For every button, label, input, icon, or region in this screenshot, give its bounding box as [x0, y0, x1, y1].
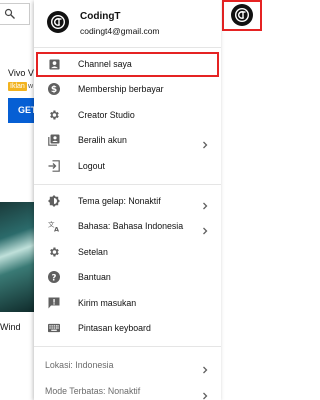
video-title-partial[interactable]: Vivo V — [8, 68, 34, 78]
account-menu: CodingT codingt4@gmail.com Channel saya … — [34, 0, 221, 400]
menu-item-switch-account[interactable]: Beralih akun — [34, 128, 221, 153]
menu-item-help[interactable]: ? Bantuan — [34, 265, 221, 290]
account-email: codingt4@gmail.com — [80, 26, 160, 36]
menu-item-label: Membership berbayar — [78, 84, 164, 95]
search-box-partial[interactable] — [0, 3, 30, 25]
menu-item-label: Kirim masukan — [78, 297, 137, 308]
menu-item-label: Bantuan — [78, 272, 111, 283]
menu-item-location[interactable]: Lokasi: Indonesia — [34, 353, 221, 378]
logout-icon — [48, 159, 60, 172]
dark-theme-icon — [48, 194, 60, 207]
thumbnail-caption[interactable]: Wind — [0, 322, 21, 332]
ad-badge-tail: w — [28, 83, 34, 90]
menu-item-label: Setelan — [78, 246, 108, 257]
menu-item-channel-saya[interactable]: Channel saya — [36, 52, 219, 78]
chevron-right-icon — [201, 361, 209, 374]
menu-item-label: Mode Terbatas: Nonaktif — [45, 385, 141, 396]
search-icon[interactable] — [4, 7, 16, 25]
menu-item-label: Tema gelap: Nonaktif — [78, 195, 161, 206]
svg-text:?: ? — [52, 273, 57, 283]
account-avatar-button[interactable] — [222, 0, 262, 31]
menu-item-restricted-mode[interactable]: Mode Terbatas: Nonaktif — [34, 379, 221, 400]
menu-item-label: Pintasan keyboard — [78, 322, 151, 333]
account-header: CodingT codingt4@gmail.com — [34, 0, 221, 48]
menu-group-settings: Tema gelap: Nonaktif 文A Bahasa: Bahasa I… — [34, 185, 221, 348]
menu-item-label: Channel saya — [78, 59, 132, 69]
video-thumbnail[interactable] — [0, 202, 36, 312]
chevron-right-icon — [201, 197, 209, 210]
menu-avatar-icon — [47, 11, 69, 33]
menu-item-logout[interactable]: Logout — [34, 154, 221, 179]
svg-text:$: $ — [51, 86, 57, 96]
menu-group-preferences: Lokasi: Indonesia Mode Terbatas: Nonakti… — [34, 347, 221, 400]
svg-text:A: A — [54, 226, 59, 233]
ad-badge: Iklan — [8, 82, 27, 91]
translate-icon: 文A — [48, 220, 60, 232]
chevron-right-icon — [201, 222, 209, 235]
menu-item-settings[interactable]: Setelan — [34, 240, 221, 265]
switch-account-icon — [48, 134, 60, 146]
menu-item-membership[interactable]: $ Membership berbayar — [34, 77, 221, 102]
menu-item-label: Logout — [78, 160, 105, 171]
menu-item-creator-studio[interactable]: Creator Studio — [34, 103, 221, 128]
chevron-right-icon — [201, 387, 209, 400]
dollar-circle-icon: $ — [48, 83, 60, 96]
menu-item-label: Beralih akun — [78, 135, 127, 146]
menu-item-label: Bahasa: Bahasa Indonesia — [78, 221, 184, 232]
menu-item-feedback[interactable]: Kirim masukan — [34, 291, 221, 316]
menu-item-dark-theme[interactable]: Tema gelap: Nonaktif — [34, 189, 221, 214]
keyboard-icon — [48, 322, 60, 334]
ad-cta-button[interactable]: GET — [8, 98, 34, 123]
help-icon: ? — [48, 271, 60, 284]
menu-group-account: Channel saya $ Membership berbayar Creat… — [34, 48, 221, 185]
menu-item-language[interactable]: 文A Bahasa: Bahasa Indonesia — [34, 214, 221, 239]
gear-icon — [48, 109, 60, 121]
feedback-icon — [48, 297, 60, 309]
account-name: CodingT — [80, 11, 121, 22]
avatar-logo-icon — [231, 4, 253, 26]
gear-icon — [48, 246, 60, 258]
menu-item-label: Creator Studio — [78, 109, 135, 120]
person-box-icon — [48, 58, 60, 70]
menu-item-keyboard-shortcuts[interactable]: Pintasan keyboard — [34, 316, 221, 341]
chevron-right-icon — [201, 136, 209, 149]
menu-item-label: Lokasi: Indonesia — [45, 360, 114, 371]
